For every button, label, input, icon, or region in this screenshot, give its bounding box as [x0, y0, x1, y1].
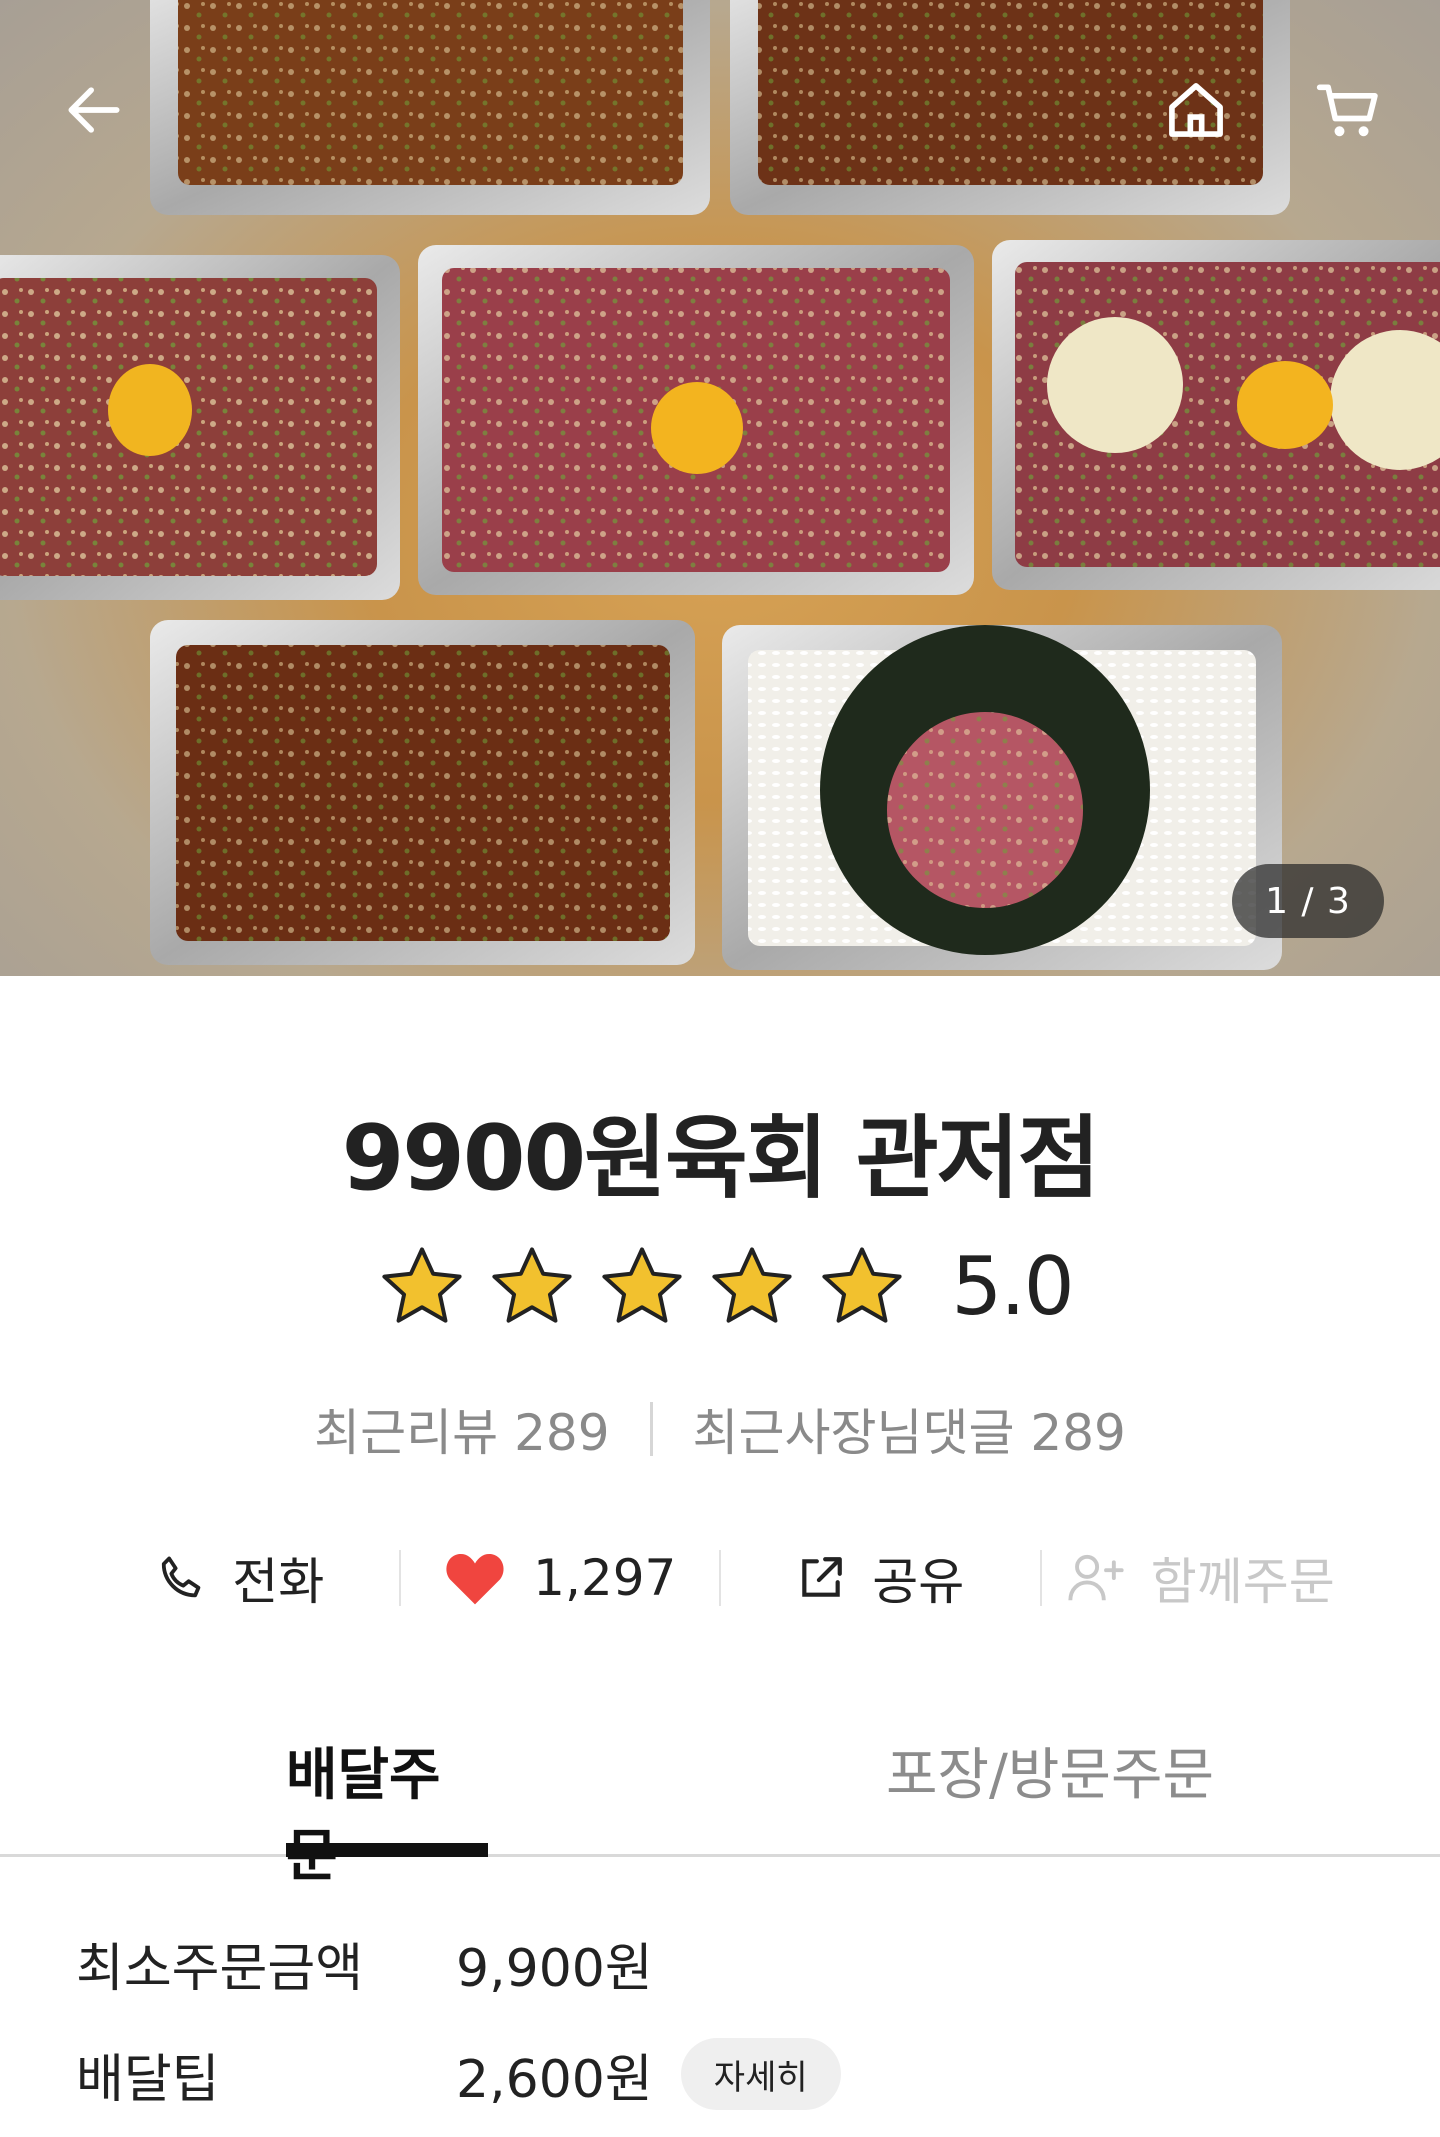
- back-button[interactable]: [46, 62, 142, 158]
- image-counter: 1 / 3: [1232, 864, 1384, 938]
- action-bar: 전화 1,297 공유 함께주문: [80, 1538, 1360, 1618]
- like-button[interactable]: 1,297: [401, 1549, 720, 1607]
- delivery-tip-detail-button[interactable]: 자세히: [680, 2038, 841, 2110]
- star-icon: [492, 1246, 572, 1323]
- min-order-label: 최소주문금액: [76, 1938, 364, 1999]
- star-icon: [712, 1246, 792, 1323]
- group-order-label: 함께주문: [1150, 1553, 1335, 1611]
- divider: [649, 1402, 653, 1456]
- tab-delivery-order[interactable]: 배달주문: [286, 1730, 488, 1889]
- rating-row: 5.0: [0, 1240, 1440, 1333]
- review-summary: 최근리뷰 289 최근사장님댓글 289: [0, 1393, 1440, 1465]
- rating-value: 5.0: [951, 1240, 1074, 1333]
- share-icon: [802, 1557, 843, 1597]
- call-label: 전화: [232, 1553, 325, 1611]
- home-icon: [1169, 83, 1223, 137]
- home-button[interactable]: [1148, 62, 1244, 158]
- owner-replies-link[interactable]: 최근사장님댓글 289: [693, 1393, 1126, 1465]
- arrow-left-icon: [68, 87, 120, 133]
- star-icon: [602, 1246, 682, 1323]
- min-order-row: 최소주문금액 9,900원: [76, 1923, 653, 2003]
- delivery-tip-label: 배달팁: [76, 2049, 220, 2110]
- phone-icon: [162, 1556, 201, 1598]
- delivery-tip-value: 2,600원: [456, 2049, 653, 2110]
- share-button[interactable]: 공유: [721, 1542, 1040, 1614]
- heart-icon: [446, 1554, 504, 1605]
- delivery-tip-row: 배달팁 2,600원 자세히: [76, 2034, 841, 2114]
- recent-reviews-link[interactable]: 최근리뷰 289: [314, 1393, 609, 1465]
- call-button[interactable]: 전화: [80, 1542, 399, 1614]
- store-photo-carousel[interactable]: 1 / 3: [0, 0, 1440, 976]
- star-icon: [822, 1246, 902, 1323]
- add-person-icon: [1068, 1554, 1124, 1601]
- min-order-value: 9,900원: [456, 1938, 653, 1999]
- store-name: 9900원육회 관저점: [341, 1106, 1101, 1211]
- cart-icon: [1316, 84, 1378, 137]
- group-order-button[interactable]: 함께주문: [1042, 1542, 1361, 1614]
- tab-pickup-order[interactable]: 포장/방문주문: [870, 1730, 1230, 1854]
- share-label: 공유: [872, 1553, 965, 1611]
- cart-button[interactable]: [1300, 62, 1396, 158]
- star-icon: [382, 1246, 462, 1323]
- order-type-tabs: 배달주문 포장/방문주문: [0, 1730, 1440, 1889]
- like-count: 1,297: [533, 1549, 677, 1607]
